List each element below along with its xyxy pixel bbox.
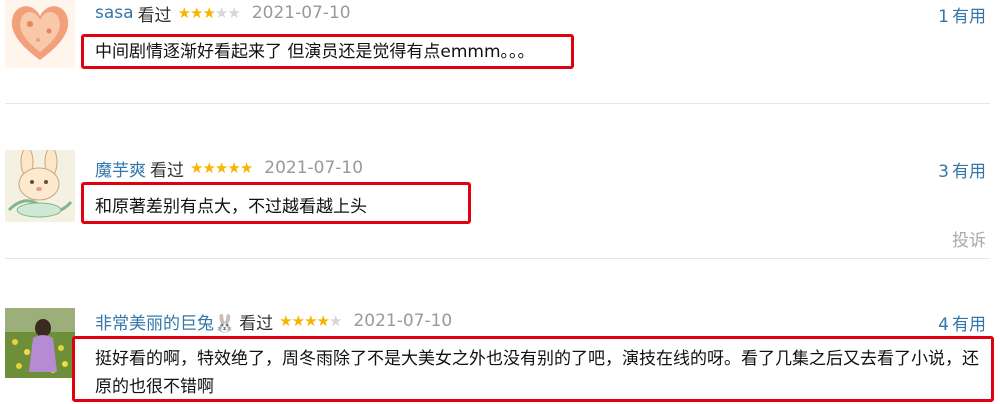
useful-vote-button[interactable]: 1 有用: [938, 2, 986, 27]
star-icon: ★: [177, 3, 191, 22]
star-icon: ★: [214, 3, 228, 22]
photo-avatar-icon: [5, 308, 75, 378]
username-link[interactable]: 魔芋爽: [95, 156, 146, 181]
star-icon: ★: [214, 158, 228, 177]
rating-stars: ★★★★★: [190, 158, 253, 177]
comment-text: 中间剧情逐渐好看起来了 但演员还是觉得有点emmm。。。: [95, 42, 535, 62]
rating-stars: ★★★★★: [279, 311, 342, 330]
divider: [5, 258, 990, 259]
useful-vote-button[interactable]: 3 有用: [938, 157, 986, 182]
star-icon: ★: [202, 158, 215, 177]
comment-item: sasa 看过 ★★★★★ 2021-07-10 1 有用 中间剧情逐渐好看起来了…: [0, 0, 1000, 100]
divider: [5, 103, 990, 104]
star-icon: ★: [239, 158, 253, 177]
useful-label: 有用: [952, 315, 986, 335]
star-icon: ★: [227, 158, 240, 177]
bunny-icon: [5, 150, 75, 222]
comment-meta: 非常美丽的巨兔🐰 看过 ★★★★★ 2021-07-10: [95, 308, 452, 334]
rating-stars: ★★★★★: [177, 3, 241, 22]
comment-date: 2021-07-10: [251, 3, 351, 23]
watched-label: 看过: [239, 313, 274, 334]
comment-date: 2021-07-10: [353, 311, 453, 331]
watched-label: 看过: [150, 160, 184, 181]
star-icon: ★: [202, 3, 215, 22]
comment-text: 挺好看的啊，特效绝了，周冬雨除了不是大美女之外也没有别的了吧，演技在线的呀。看了…: [95, 349, 979, 397]
star-icon: ★: [328, 311, 342, 330]
avatar[interactable]: [5, 0, 75, 68]
useful-count: 1: [938, 7, 949, 27]
star-icon: ★: [227, 3, 240, 22]
star-icon: ★: [190, 3, 203, 22]
comment-item: 魔芋爽 看过 ★★★★★ 2021-07-10 3 有用 和原著差别有点大，不过越…: [0, 150, 1000, 260]
comment-meta: 魔芋爽 看过 ★★★★★ 2021-07-10: [95, 155, 363, 181]
useful-count: 4: [938, 315, 949, 335]
useful-label: 有用: [952, 7, 986, 27]
star-icon: ★: [291, 311, 305, 330]
comment-item: 非常美丽的巨兔🐰 看过 ★★★★★ 2021-07-10 4 有用 挺好看的啊，特…: [0, 308, 1000, 404]
heart-icon: [5, 0, 75, 68]
watched-label: 看过: [137, 5, 172, 26]
avatar[interactable]: [5, 308, 75, 378]
comment-meta: sasa 看过 ★★★★★ 2021-07-10: [95, 0, 351, 26]
star-icon: ★: [190, 158, 203, 177]
comment-text: 和原著差别有点大，不过越看越上头: [95, 197, 367, 217]
comment-date: 2021-07-10: [264, 158, 364, 178]
star-icon: ★: [316, 311, 330, 330]
username-link[interactable]: 非常美丽的巨兔🐰: [95, 309, 235, 334]
useful-count: 3: [938, 162, 949, 182]
report-link[interactable]: 投诉: [952, 226, 986, 251]
useful-label: 有用: [952, 162, 986, 182]
star-icon: ★: [304, 311, 317, 330]
useful-vote-button[interactable]: 4 有用: [938, 310, 986, 335]
username-link[interactable]: sasa: [95, 3, 134, 23]
avatar[interactable]: [5, 150, 75, 222]
star-icon: ★: [279, 311, 292, 330]
